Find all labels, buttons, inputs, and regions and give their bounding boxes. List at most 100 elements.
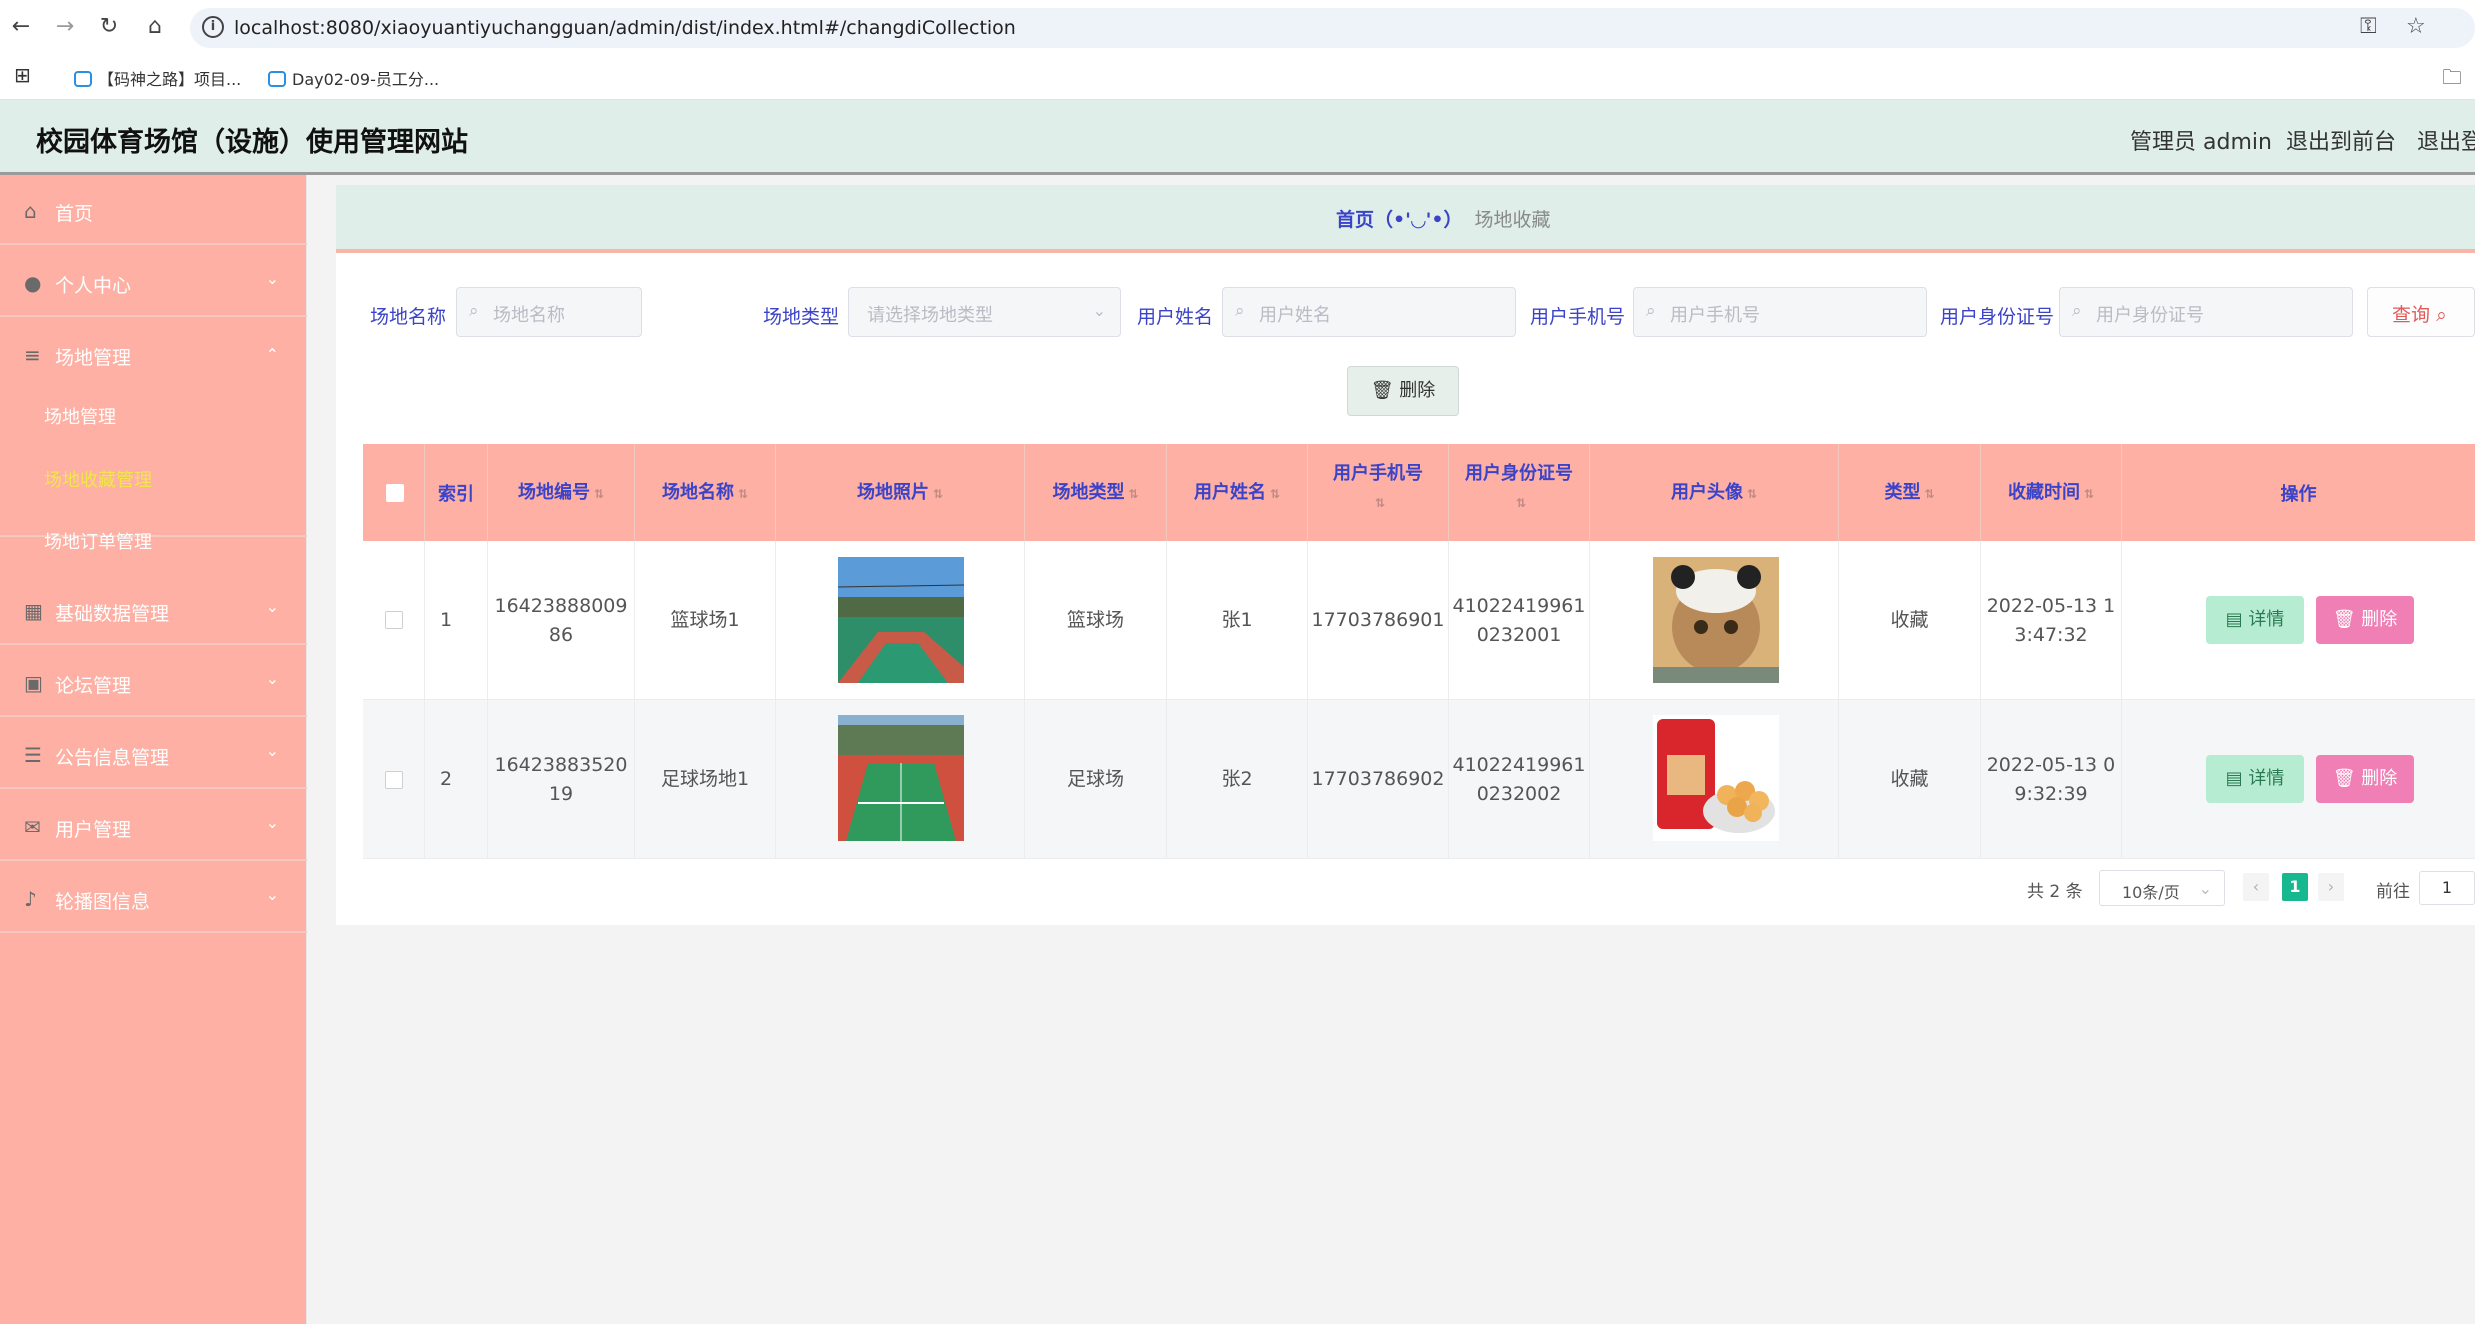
grid-icon: ▦ [24,599,43,623]
batch-delete-button[interactable]: 🗑 删除 [1347,366,1459,416]
header-code[interactable]: 场地编号 ⇅ [488,444,635,541]
header-time[interactable]: 收藏时间 ⇅ [1981,444,2122,541]
snack-avatar-image[interactable] [1653,715,1779,841]
chevron-down-icon: ⌄ [265,269,279,288]
breadcrumb: 首页（•'◡'•） 场地收藏 [1336,205,1551,232]
bilibili-icon [74,71,92,87]
exit-front-link[interactable]: 退出到前台 [2286,124,2396,156]
header-phone[interactable]: 用户手机号 ⇅ [1308,444,1449,541]
back-icon[interactable]: ← [6,12,36,42]
goto-label: 前往 [2376,882,2410,902]
forward-icon[interactable]: → [50,12,80,42]
detail-button[interactable]: ▤ 详情 [2206,596,2304,644]
avatar-cell [1590,541,1839,700]
chevron-down-icon: ⌄ [1092,301,1106,320]
sidebar: ⌂ 首页 ● 个人中心 ⌄ ≡ 场地管理 ⌃ 场地管理 场地收藏管理 场地订单管… [0,175,307,1324]
home-nav-icon[interactable]: ⌂ [140,12,170,42]
site-title: 校园体育场馆（设施）使用管理网站 [36,127,468,158]
actions-cell: ▤ 详情 🗑 删除 [2122,541,2475,700]
phone-cell: 17703786902 [1308,700,1449,859]
goto-page-input[interactable]: 1 [2419,871,2475,905]
trash-icon: 🗑 [1370,380,1394,401]
placeholder: 用户身份证号 [2096,305,2204,326]
cat-avatar-image[interactable] [1653,557,1779,683]
sidebar-item-notice[interactable]: ☰ 公告信息管理 ⌄ [0,719,307,789]
user-id-input[interactable]: ⌕ 用户身份证号 [2059,287,2353,337]
page-size-select[interactable]: 10条/页 ⌄ [2099,870,2225,906]
header-photo[interactable]: 场地照片 ⇅ [776,444,1025,541]
logout-link[interactable]: 退出登 [2417,124,2475,156]
sliders-icon: ☰ [24,743,42,767]
star-icon[interactable]: ☆ [2406,14,2426,39]
user-id-label: 用户身份证号 [1940,306,2055,328]
header-user[interactable]: 用户姓名 ⇅ [1167,444,1308,541]
code-cell: 16423883520 19 [488,700,635,859]
sidebar-item-forum[interactable]: ▣ 论坛管理 ⌄ [0,647,307,717]
sidebar-item-users[interactable]: ✉ 用户管理 ⌄ [0,791,307,861]
query-button-label: 查询 [2392,304,2431,326]
next-page-icon[interactable]: › [2318,873,2344,901]
menu-icon: ≡ [24,343,41,367]
select-all-checkbox[interactable] [386,484,404,502]
url-text[interactable]: localhost:8080/xiaoyuantiyuchangguan/adm… [234,17,1016,39]
header-type[interactable]: 场地类型 ⇅ [1025,444,1167,541]
code-cell: 16423888009 86 [488,541,635,700]
sidebar-subitem-venue[interactable]: 场地管理 [44,403,116,429]
apps-grid-icon[interactable]: ⊞ [14,63,31,87]
sidebar-item-personal[interactable]: ● 个人中心 ⌄ [0,247,307,317]
header-index[interactable]: 索引 [425,444,488,541]
delete-button[interactable]: 🗑 删除 [2316,755,2414,803]
name-cell: 足球场地1 [635,700,776,859]
table-row: 1 16423888009 86 篮球场1 篮球场 张1 17703786901 … [363,541,2475,700]
phone-cell: 17703786901 [1308,541,1449,700]
bookmark-item[interactable]: 【码神之路】项目... [74,66,241,90]
sort-icon: ⇅ [2083,487,2095,501]
header-idcard[interactable]: 用户身份证号 ⇅ [1449,444,1590,541]
header-kind[interactable]: 类型 ⇅ [1839,444,1981,541]
sidebar-item-home[interactable]: ⌂ 首页 [0,175,307,245]
site-info-icon[interactable]: i [202,16,224,38]
main-panel: 首页（•'◡'•） 场地收藏 场地名称 ⌕ 场地名称 场地类型 请选择场地类型 ⌄… [336,185,2475,925]
user-cell: 张1 [1167,541,1308,700]
bilibili-icon [268,71,286,87]
breadcrumb-home[interactable]: 首页（•'◡'•） [1336,209,1463,231]
photo-cell [776,700,1025,859]
folder-icon[interactable]: 🗀 [2442,63,2462,97]
delete-button[interactable]: 🗑 删除 [2316,596,2414,644]
user-cell: 张2 [1167,700,1308,859]
current-page[interactable]: 1 [2282,873,2308,901]
mic-icon: ♪ [24,887,37,911]
sidebar-item-venue[interactable]: ≡ 场地管理 ⌃ 场地管理 场地收藏管理 场地订单管理 [0,319,307,553]
sidebar-subitem-collection[interactable]: 场地收藏管理 [44,466,152,492]
header-name[interactable]: 场地名称 ⇅ [635,444,776,541]
user-name-input[interactable]: ⌕ 用户姓名 [1222,287,1516,337]
select-cell [363,700,425,859]
name-cell: 篮球场1 [635,541,776,700]
row-checkbox[interactable] [385,611,403,629]
reload-icon[interactable]: ↻ [94,12,124,42]
key-icon[interactable]: ⚿ [2360,14,2377,39]
user-phone-label: 用户手机号 [1530,306,1626,328]
basketball-court-photo[interactable] [838,557,964,683]
sidebar-subitem-orders[interactable]: 场地订单管理 [44,528,152,554]
tennis-court-photo[interactable] [838,715,964,841]
sidebar-item-carousel[interactable]: ♪ 轮播图信息 ⌄ [0,863,307,933]
header-avatar[interactable]: 用户头像 ⇅ [1590,444,1839,541]
query-button[interactable]: 查询 ⌕ [2367,287,2475,337]
sidebar-item-label: 用户管理 [55,819,132,841]
sidebar-item-basic-data[interactable]: ▦ 基础数据管理 ⌄ [0,575,307,645]
venue-type-select[interactable]: 请选择场地类型 ⌄ [848,287,1121,337]
venue-name-input[interactable]: ⌕ 场地名称 [456,287,642,337]
placeholder: 场地名称 [493,305,565,326]
address-bar[interactable]: i localhost:8080/xiaoyuantiyuchangguan/a… [190,8,2475,48]
sort-icon: ⇅ [737,487,749,501]
trash-icon: 🗑 [2332,609,2356,630]
table-header: 索引 场地编号 ⇅ 场地名称 ⇅ 场地照片 ⇅ 场地类型 ⇅ 用户姓名 ⇅ 用户手机号 ⇅ … [363,444,2475,541]
detail-button[interactable]: ▤ 详情 [2206,755,2304,803]
user-phone-input[interactable]: ⌕ 用户手机号 [1633,287,1927,337]
row-checkbox[interactable] [385,771,403,789]
prev-page-icon[interactable]: ‹ [2243,873,2269,901]
bookmarks-bar: ⊞ 【码神之路】项目... Day02-09-员工分... 🗀 [0,55,2475,100]
sort-icon: ⇅ [1128,487,1139,501]
bookmark-item[interactable]: Day02-09-员工分... [268,66,439,90]
